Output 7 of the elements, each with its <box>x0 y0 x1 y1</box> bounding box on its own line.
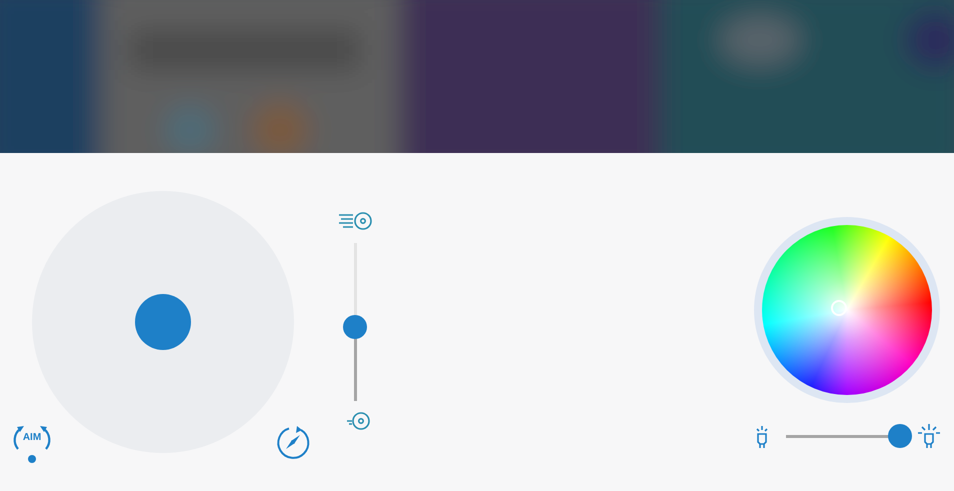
compass-icon[interactable] <box>275 424 311 460</box>
speed-slider-thumb[interactable] <box>343 314 367 339</box>
color-selector[interactable] <box>831 300 847 316</box>
fast-ball-icon <box>337 209 373 233</box>
aim-button[interactable]: AIM <box>10 421 54 465</box>
bright-bulb-icon <box>916 423 942 449</box>
brightness-slider-thumb[interactable] <box>888 424 912 448</box>
